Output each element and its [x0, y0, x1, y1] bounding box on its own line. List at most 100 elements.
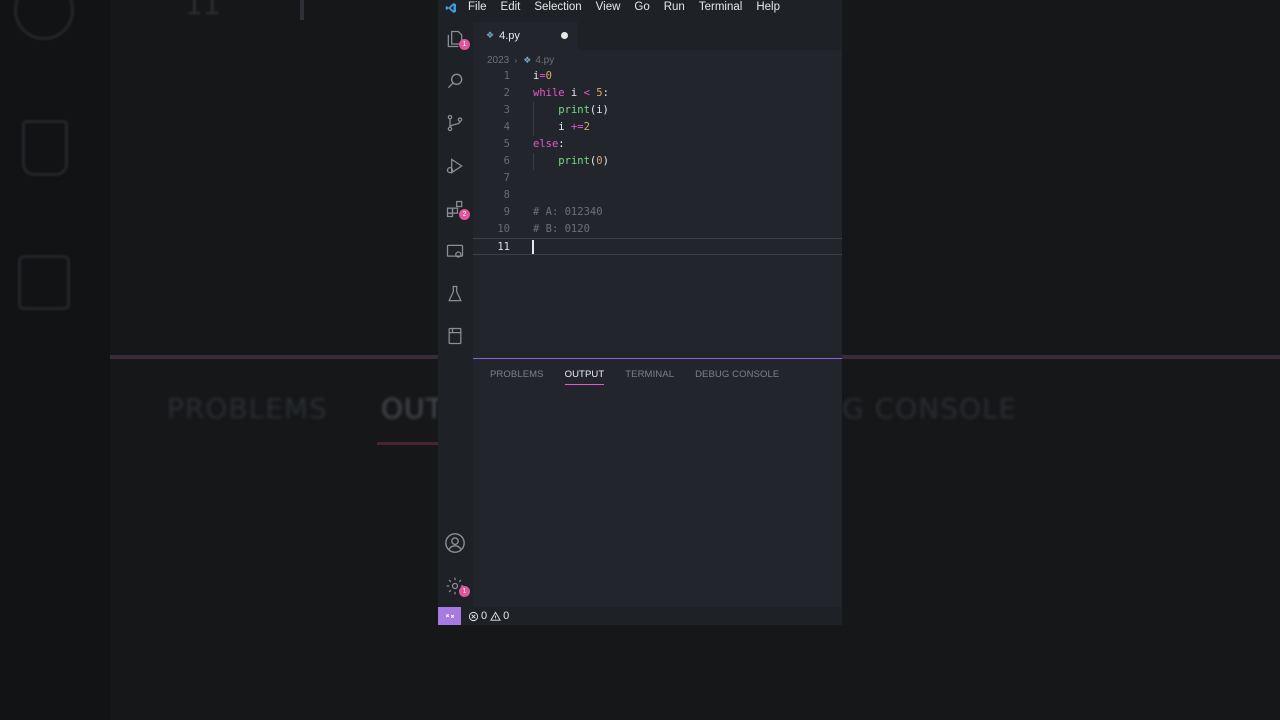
tab-terminal[interactable]: TERMINAL	[625, 369, 674, 385]
line-number: 7	[503, 172, 510, 184]
bottom-panel: PROBLEMS OUTPUT TERMINAL DEBUG CONSOLE	[473, 359, 842, 607]
menu-selection[interactable]: Selection	[534, 1, 581, 14]
code-line[interactable]: 8	[473, 187, 842, 204]
warning-icon	[490, 610, 502, 621]
tab-debug-console[interactable]: DEBUG CONSOLE	[695, 369, 779, 385]
text-cursor	[532, 240, 534, 254]
line-number: 1	[503, 70, 510, 82]
code-text: i +=2	[533, 119, 590, 136]
error-icon	[468, 611, 479, 621]
code-editor[interactable]: 1 i=0 2 while i < 5: 3 print(i) 4 i +=2 5 else:…	[473, 68, 842, 358]
python-file-icon: ❖	[523, 54, 532, 65]
code-line[interactable]: 6 print(0)	[473, 153, 842, 170]
code-token: else	[533, 138, 559, 150]
menu-view[interactable]: View	[596, 1, 621, 14]
code-line[interactable]: 5 else:	[473, 136, 842, 153]
code-text: while i < 5:	[533, 85, 609, 102]
remote-explorer-icon[interactable]	[442, 239, 468, 265]
menu-run[interactable]: Run	[664, 1, 685, 14]
menu-go[interactable]: Go	[634, 1, 649, 14]
background-notebook-icon	[18, 255, 70, 310]
code-token: print	[558, 104, 590, 116]
search-icon[interactable]	[442, 68, 468, 94]
run-debug-icon[interactable]	[442, 153, 468, 179]
code-line[interactable]: 9 # A: 012340	[473, 204, 842, 221]
line-number: 6	[503, 155, 510, 167]
menu-file[interactable]: File	[468, 1, 487, 14]
line-number: 4	[503, 121, 510, 133]
code-line[interactable]: 1 i=0	[473, 68, 842, 85]
notebook-icon[interactable]	[442, 323, 468, 349]
settings-gear-icon[interactable]: 1	[442, 573, 470, 599]
problems-status[interactable]: 0 0	[468, 610, 509, 622]
line-number: 8	[503, 189, 510, 201]
code-token: print	[558, 155, 590, 167]
vscode-logo-icon	[438, 0, 464, 15]
code-token: 0	[545, 70, 552, 82]
error-count: 0	[481, 610, 488, 622]
breadcrumb: 2023 › ❖ 4.py	[487, 53, 554, 67]
menu-bar: File Edit Selection View Go Run Terminal…	[438, 0, 842, 15]
tab-label: 4.py	[499, 30, 520, 42]
chevron-right-icon: ›	[514, 55, 518, 65]
code-line[interactable]: 7	[473, 170, 842, 187]
code-token: # A: 012340	[533, 206, 603, 218]
background-flask-icon	[22, 120, 68, 176]
line-number: 5	[503, 138, 510, 150]
code-token: 2	[583, 121, 590, 133]
extensions-icon[interactable]: 2	[442, 196, 470, 222]
line-number: 9	[503, 206, 510, 218]
breadcrumb-folder[interactable]: 2023	[487, 55, 509, 66]
code-token: :	[558, 138, 565, 150]
remote-indicator-button[interactable]	[438, 607, 461, 625]
panel-tabs: PROBLEMS OUTPUT TERMINAL DEBUG CONSOLE	[490, 369, 800, 385]
tab-problems[interactable]: PROBLEMS	[490, 369, 544, 385]
tab-4-py[interactable]: ❖ 4.py	[473, 22, 578, 50]
line-number: 2	[503, 87, 510, 99]
menu-terminal[interactable]: Terminal	[699, 1, 742, 14]
code-token: +=	[570, 121, 584, 133]
code-line[interactable]: 10 # B: 0120	[473, 221, 842, 238]
background-tab-output: OUT	[381, 392, 444, 425]
code-token: # B: 0120	[533, 223, 590, 235]
line-number: 11	[497, 241, 510, 253]
tab-output[interactable]: OUTPUT	[564, 369, 605, 385]
editor-tab-bar: ❖ 4.py	[473, 15, 842, 50]
line-number: 10	[497, 223, 510, 235]
code-token: i	[564, 87, 584, 99]
code-line[interactable]: 4 i +=2	[473, 119, 842, 136]
code-line[interactable]: 3 print(i)	[473, 102, 842, 119]
code-text: print(i)	[533, 102, 609, 119]
background-line-number: 11	[185, 0, 221, 21]
code-text: i=0	[533, 68, 552, 85]
account-icon[interactable]	[442, 530, 468, 556]
code-text: # A: 012340	[533, 204, 603, 221]
vscode-window: File Edit Selection View Go Run Terminal…	[438, 0, 842, 625]
line-number: 3	[503, 104, 510, 116]
code-line[interactable]: 2 while i < 5:	[473, 85, 842, 102]
menu-edit[interactable]: Edit	[501, 1, 521, 14]
python-file-icon: ❖	[486, 31, 495, 41]
testing-flask-icon[interactable]	[442, 281, 468, 307]
menu-help[interactable]: Help	[756, 1, 780, 14]
source-control-icon[interactable]	[442, 110, 468, 136]
breadcrumb-file[interactable]: 4.py	[535, 55, 554, 66]
background-activity-bar	[0, 0, 110, 720]
status-bar: 0 0	[438, 607, 842, 625]
extensions-badge: 2	[459, 209, 470, 220]
explorer-icon[interactable]: 1	[442, 26, 470, 52]
background-tab-problems: PROBLEMS	[167, 392, 328, 425]
code-token: )	[602, 155, 609, 167]
code-token: while	[533, 87, 565, 99]
code-token: :	[602, 87, 609, 99]
unsaved-dot-icon[interactable]	[561, 32, 568, 39]
code-token: (i)	[589, 104, 609, 116]
code-token: i	[533, 121, 571, 133]
background-tab-underline	[377, 442, 447, 445]
background-tab-debug-console: G CONSOLE	[842, 392, 1018, 425]
settings-badge: 1	[459, 586, 470, 597]
code-line[interactable]: 11	[473, 238, 842, 255]
explorer-badge: 1	[459, 39, 470, 50]
background-cursor	[300, 0, 304, 20]
